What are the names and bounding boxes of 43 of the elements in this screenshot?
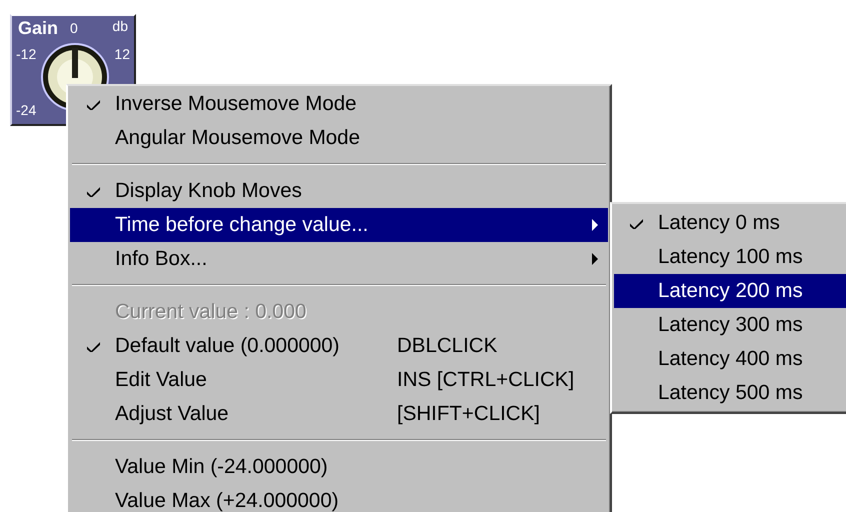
- submenu-label: Latency 0 ms: [658, 211, 780, 235]
- shortcut-text: DBLCLICK: [397, 334, 498, 358]
- submenu-label: Latency 400 ms: [658, 347, 803, 371]
- menu-label: Default value (0.000000): [115, 334, 340, 358]
- menu-item[interactable]: Value Max (+24.000000): [70, 484, 608, 512]
- submenu-item[interactable]: Latency 200 ms: [614, 274, 846, 308]
- knob-title: Gain: [18, 18, 58, 39]
- menu-label: Current value : 0.000: [115, 300, 306, 324]
- scale-label: 0: [70, 20, 78, 36]
- check-icon: [87, 340, 100, 352]
- submenu-label: Latency 500 ms: [658, 381, 803, 405]
- check-icon: [630, 218, 642, 228]
- menu-item[interactable]: Time before change value...: [70, 208, 608, 242]
- submenu-label: Latency 100 ms: [658, 245, 803, 269]
- menu-label: Adjust Value: [115, 402, 229, 426]
- menu-label: Time before change value...: [115, 213, 368, 237]
- submenu-item[interactable]: Latency 100 ms: [614, 240, 846, 274]
- menu-item[interactable]: Default value (0.000000) DBLCLICK: [70, 329, 608, 363]
- menu-item[interactable]: Info Box...: [70, 242, 608, 276]
- check-icon: [87, 98, 100, 110]
- menu-item[interactable]: Edit Value INS [CTRL+CLICK]: [70, 363, 608, 397]
- knob-unit: db: [112, 18, 128, 34]
- submenu-label: Latency 300 ms: [658, 313, 803, 337]
- submenu-item[interactable]: Latency 300 ms: [614, 308, 846, 342]
- menu-label: Edit Value: [115, 368, 207, 392]
- scale-label: 12: [114, 46, 130, 62]
- submenu-item[interactable]: Latency 500 ms: [614, 376, 846, 410]
- menu-label: Info Box...: [115, 247, 208, 271]
- submenu-label: Latency 200 ms: [658, 279, 803, 303]
- menu-label: Value Max (+24.000000): [115, 489, 339, 512]
- submenu-item[interactable]: Latency 0 ms: [614, 206, 846, 240]
- submenu-item[interactable]: Latency 400 ms: [614, 342, 846, 376]
- menu-label: Angular Mousemove Mode: [115, 126, 360, 150]
- menu-label: Value Min (-24.000000): [115, 455, 328, 479]
- check-icon: [87, 186, 100, 196]
- menu-item[interactable]: Value Min (-24.000000): [70, 450, 608, 484]
- menu-item[interactable]: Adjust Value [SHIFT+CLICK]: [70, 397, 608, 431]
- menu-label: Display Knob Moves: [115, 179, 302, 203]
- shortcut-text: INS [CTRL+CLICK]: [397, 368, 574, 392]
- shortcut-text: [SHIFT+CLICK]: [397, 402, 540, 426]
- menu-item[interactable]: Display Knob Moves: [70, 174, 608, 208]
- scale-label: -12: [16, 46, 36, 62]
- scale-label: -24: [16, 102, 36, 118]
